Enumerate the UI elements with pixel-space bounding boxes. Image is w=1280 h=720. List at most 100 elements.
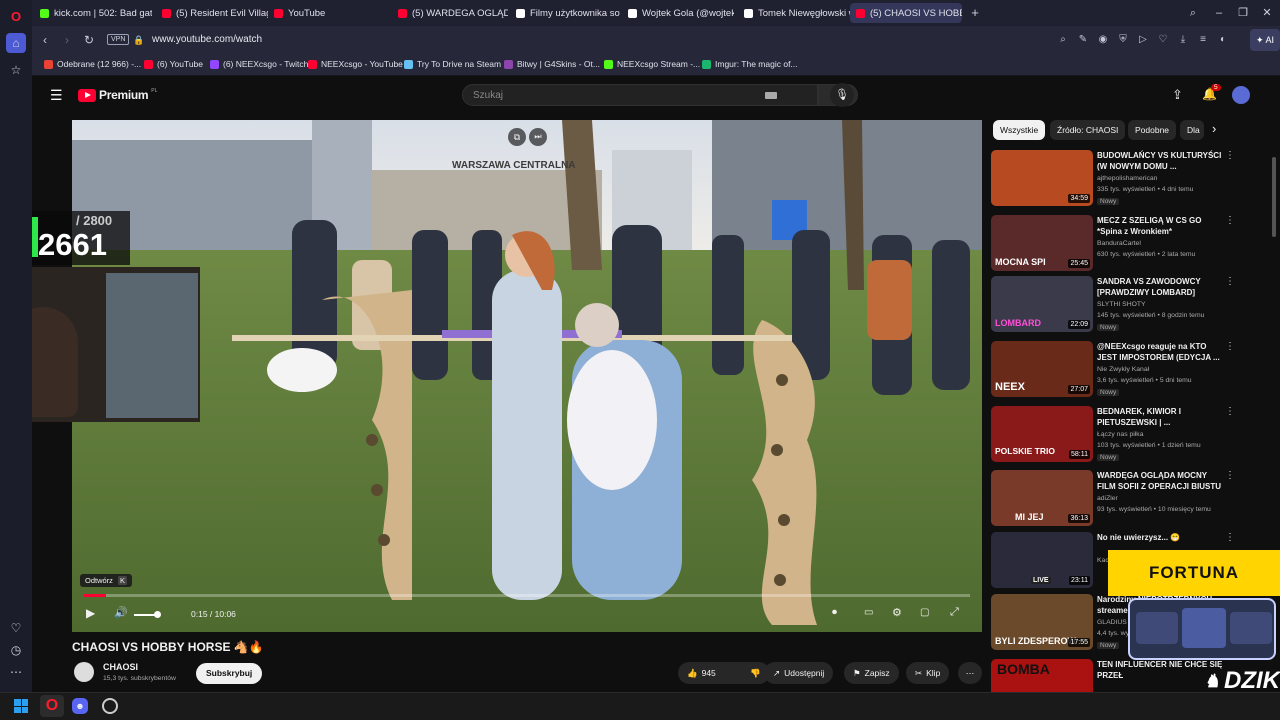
like-icon[interactable]: 👍 xyxy=(687,668,698,679)
video-thumbnail[interactable]: 34:59 xyxy=(991,150,1093,206)
progress-bar[interactable] xyxy=(84,594,970,597)
search-icon[interactable]: ⌕ xyxy=(1056,33,1070,47)
tab-1[interactable]: (5) Resident Evil Village - / xyxy=(156,3,268,23)
related-title[interactable]: SANDRA VS ZAWODOWCY [PRAWDZIWY LOMBARD] xyxy=(1097,276,1225,298)
tab-6[interactable]: Tomek Niewęgłowski w se xyxy=(738,3,850,23)
video-player[interactable]: WARSZAWA CENTRALNA ⧉ ⏭ Odtwórz K ▶ 🔊 0:15… xyxy=(72,120,982,632)
share-button[interactable]: ↗ Udostępnij xyxy=(764,662,834,684)
tab-0[interactable]: kick.com | 502: Bad gatew xyxy=(34,3,152,23)
channel-avatar[interactable] xyxy=(74,662,94,682)
hamburger-menu-icon[interactable]: ☰ xyxy=(50,87,63,104)
profile-icon[interactable]: ◐ xyxy=(1216,33,1230,47)
skip-icon[interactable]: ⏭ xyxy=(529,128,547,146)
heart-icon[interactable]: ♡ xyxy=(6,618,26,638)
video-thumbnail[interactable]: POLSKIE TRIO 58:11 xyxy=(991,406,1093,462)
camera-icon[interactable]: ◉ xyxy=(1096,33,1110,47)
video-thumbnail[interactable]: BOMBA xyxy=(991,659,1093,692)
subscribe-button[interactable]: Subskrybuj xyxy=(196,663,263,684)
more-icon[interactable]: ⋮ xyxy=(1225,470,1235,481)
related-video[interactable]: LOMBARD 22:09 SANDRA VS ZAWODOWCY [PRAWDZ… xyxy=(991,276,1241,336)
subtitles-icon[interactable]: ▭ xyxy=(864,607,873,618)
clock-icon[interactable]: ◷ xyxy=(6,640,26,660)
close-icon[interactable]: ✕ xyxy=(1258,4,1276,22)
volume-icon[interactable]: 🔊 xyxy=(114,606,128,619)
vpn-badge[interactable]: VPN xyxy=(107,34,130,45)
chips-next-icon[interactable]: › xyxy=(1212,121,1216,136)
bookmark-2[interactable]: (6) NEEXcsgo - Twitch xyxy=(210,59,308,69)
bookmark-3[interactable]: NEEXcsgo - YouTube xyxy=(308,59,403,69)
minimize-icon[interactable]: – xyxy=(1210,4,1228,22)
chip-similar[interactable]: Podobne xyxy=(1128,120,1177,140)
related-title[interactable]: BEDNAREK, KIWIOR I PIETUSZEWSKI | ... xyxy=(1097,406,1225,428)
chip-all[interactable]: Wszystkie xyxy=(993,120,1046,140)
related-title[interactable]: @NEEXcsgo reaguje na KTO JEST IMPOSTOREM… xyxy=(1097,341,1225,363)
star-icon[interactable]: ☆ xyxy=(6,60,26,80)
upload-icon[interactable]: ⇪ xyxy=(1172,87,1183,103)
back-icon[interactable]: ‹ xyxy=(36,31,54,49)
related-channel[interactable]: ajthepolishamerican xyxy=(1097,175,1157,182)
opera-logo-icon[interactable]: O xyxy=(6,6,26,26)
settings-gear-icon[interactable]: ⚙ xyxy=(892,606,902,619)
menu-icon[interactable]: ≡ xyxy=(1196,33,1210,47)
video-thumbnail[interactable]: LOMBARD 22:09 xyxy=(991,276,1093,332)
bookmark-0[interactable]: Odebrane (12 966) -... xyxy=(44,59,141,69)
page-scrollbar[interactable] xyxy=(1272,157,1276,237)
home-icon[interactable]: ⌂ xyxy=(6,33,26,53)
tab-7-active[interactable]: (5) CHAOSI VS HOBBY HO xyxy=(850,3,962,23)
bookmark-5[interactable]: Bitwy | G4Skins - Ot... xyxy=(504,59,600,69)
autoplay-toggle-icon[interactable]: ⏺ xyxy=(832,607,837,618)
related-title[interactable]: WARDĘGA OGLĄDA MOCNY FILM SOFII Z OPERAC… xyxy=(1097,470,1225,492)
tab-2[interactable]: YouTube xyxy=(268,3,386,23)
bookmark-6[interactable]: NEEXcsgo Stream -... xyxy=(604,59,700,69)
microphone-icon[interactable]: 🎙 xyxy=(830,83,854,107)
edit-icon[interactable]: ✎ xyxy=(1076,33,1090,47)
download-icon[interactable]: ⤓ xyxy=(1176,33,1190,47)
chip-for-you[interactable]: Dla xyxy=(1180,120,1204,140)
search-tabs-icon[interactable]: ⌕ xyxy=(1184,4,1202,22)
forward-icon[interactable]: › xyxy=(58,31,76,49)
related-video[interactable]: 34:59 BUDOWLAŃCY VS KULTURYŚCI (W NOWYM … xyxy=(991,150,1241,210)
more-icon[interactable]: ⋯ xyxy=(6,662,26,682)
video-thumbnail[interactable]: NEEX 27:07 xyxy=(991,341,1093,397)
video-thumbnail[interactable]: LIVE 23:11 xyxy=(991,532,1093,588)
chip-source[interactable]: Źródło: CHAOSI xyxy=(1050,120,1126,140)
related-video[interactable]: NEEX 27:07 @NEEXcsgo reaguje na KTO JEST … xyxy=(991,341,1241,401)
volume-handle[interactable] xyxy=(154,611,161,618)
shield-icon[interactable]: ⛨ xyxy=(1116,33,1130,47)
opera-taskbar-icon[interactable]: O xyxy=(40,695,64,717)
bookmark-1[interactable]: (6) YouTube xyxy=(144,59,203,69)
bookmark-7[interactable]: Imgur: The magic of... xyxy=(702,59,798,69)
related-channel[interactable]: GLADIUS xyxy=(1097,619,1127,626)
new-tab-button[interactable]: + xyxy=(966,4,984,22)
heart-icon[interactable]: ♡ xyxy=(1156,33,1170,47)
related-title[interactable]: BUDOWLAŃCY VS KULTURYŚCI (W NOWYM DOMU .… xyxy=(1097,150,1225,172)
tab-5[interactable]: Wojtek Gola (@wojtekgola xyxy=(622,3,734,23)
related-channel[interactable]: BanduraCartel xyxy=(1097,240,1141,247)
more-icon[interactable]: ⋮ xyxy=(1225,532,1235,543)
tab-4[interactable]: Filmy użytkownika sofisiv xyxy=(510,3,620,23)
related-title[interactable]: MECZ Z SZELIGĄ W CS GO *Spina z Wronkiem… xyxy=(1097,215,1225,237)
miniplayer-icon[interactable]: ⧉ xyxy=(508,128,526,146)
more-icon[interactable]: ⋮ xyxy=(1225,276,1235,287)
app-taskbar-icon[interactable] xyxy=(102,698,118,714)
reload-icon[interactable]: ↻ xyxy=(80,31,98,49)
keyboard-icon[interactable] xyxy=(765,92,777,99)
more-icon[interactable]: ⋮ xyxy=(1225,341,1235,352)
url-field[interactable]: www.youtube.com/watch xyxy=(152,34,262,45)
more-icon[interactable]: ⋮ xyxy=(1225,215,1235,226)
channel-name[interactable]: CHAOSI xyxy=(103,662,138,672)
video-thumbnail[interactable]: MOCNA SPI 25:45 xyxy=(991,215,1093,271)
related-video[interactable]: MI JEJ 36:13 WARDĘGA OGLĄDA MOCNY FILM SO… xyxy=(991,470,1241,530)
dislike-icon[interactable]: 👎 xyxy=(750,668,761,679)
more-icon[interactable]: ⋮ xyxy=(1225,406,1235,417)
video-thumbnail[interactable]: MI JEJ 36:13 xyxy=(991,470,1093,526)
fullscreen-icon[interactable]: ⤢ xyxy=(950,606,959,619)
youtube-logo[interactable]: Premium PL xyxy=(78,88,157,102)
like-count[interactable]: 945 xyxy=(702,668,716,678)
related-channel[interactable]: Nie Zwykły Kanał xyxy=(1097,366,1149,373)
tab-3[interactable]: (5) WARDEGA OGLĄDA LI xyxy=(392,3,508,23)
theater-mode-icon[interactable]: ▢ xyxy=(920,607,929,618)
more-icon[interactable]: ⋮ xyxy=(1225,150,1235,161)
related-channel[interactable]: adiZler xyxy=(1097,495,1118,502)
bookmark-4[interactable]: Try To Drive na Steam xyxy=(404,59,501,69)
